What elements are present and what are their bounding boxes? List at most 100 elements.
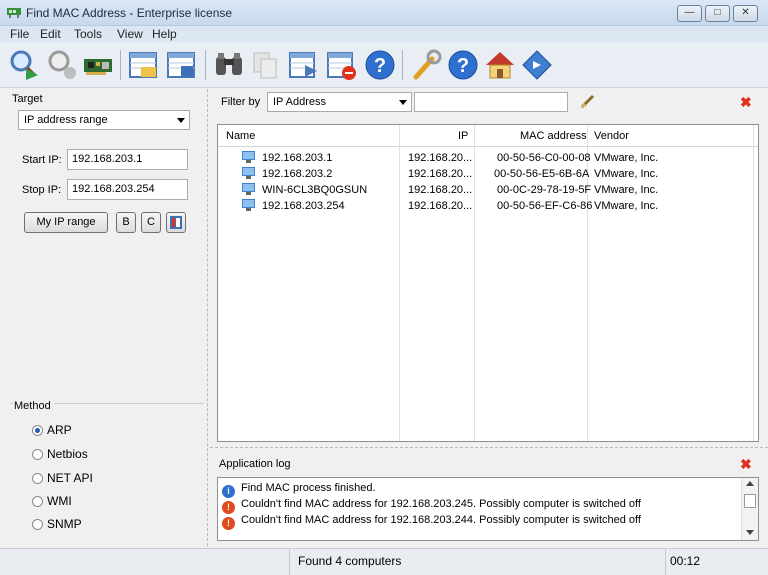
close-log-icon[interactable]: ✖ [740,456,752,473]
table-row[interactable]: 192.168.203.2 192.168.20... 00-50-56-E5-… [218,166,758,182]
target-mode-select[interactable]: IP address range [18,110,190,130]
cell-name: 192.168.203.2 [262,168,333,180]
scroll-thumb[interactable] [744,494,756,508]
cell-ip: 192.168.20... [408,168,473,180]
toolbar-separator [205,50,206,80]
menu-tools[interactable]: Tools [74,27,102,41]
filter-input[interactable] [414,92,568,112]
computer-icon [242,183,255,195]
log-text: Couldn't find MAC address for 192.168.20… [241,514,641,526]
radio-wmi[interactable]: WMI [32,494,72,508]
my-ip-range-button[interactable]: My IP range [24,212,108,233]
log-line: i Find MAC process finished. [222,482,376,498]
filter-field-select[interactable]: IP Address [267,92,412,112]
scroll-up-icon[interactable] [746,481,754,486]
radio-icon [32,473,43,484]
class-b-button[interactable]: B [116,212,136,233]
table-row[interactable]: 192.168.203.1 192.168.20... 00-50-56-C0-… [218,150,758,166]
svg-text:?: ? [374,55,386,77]
app-icon [7,8,21,18]
save-list-icon[interactable] [165,49,197,81]
error-icon: ! [222,501,235,514]
column-vendor[interactable]: Vendor [594,130,629,142]
chevron-down-icon [177,118,185,123]
settings-icon[interactable] [410,49,442,81]
cell-mac: 00-0C-29-78-19-5F [497,184,592,196]
start-ip-input[interactable]: 192.168.203.1 [67,149,188,170]
find-icon[interactable] [213,49,245,81]
radio-arp-label: ARP [47,423,72,437]
copy-icon[interactable] [249,49,281,81]
target-label: Target [12,93,43,105]
splitter[interactable] [210,447,768,448]
cell-ip: 192.168.20... [408,184,473,196]
help-icon[interactable]: ? [364,49,396,81]
log-line: ! Couldn't find MAC address for 192.168.2… [222,498,641,514]
radio-netbios[interactable]: Netbios [32,447,88,461]
cell-ip: 192.168.20... [408,200,473,212]
log-text: Find MAC process finished. [241,482,376,494]
cell-ip: 192.168.20... [408,152,473,164]
toolbar: ? ? [0,42,768,88]
results-list: Name IP MAC address Vendor 192.168.203.1… [217,124,759,442]
cell-name: 192.168.203.254 [262,200,345,212]
menu-help[interactable]: Help [152,27,177,41]
cell-mac: 00-50-56-C0-00-08 [497,152,591,164]
list-icon [170,216,182,229]
log-scrollbar[interactable] [741,478,758,540]
menu-view[interactable]: View [117,27,143,41]
cell-vendor: VMware, Inc. [594,200,659,212]
cell-vendor: VMware, Inc. [594,152,659,164]
network-card-icon[interactable] [82,49,114,81]
custom-range-button[interactable] [166,212,186,233]
column-mac[interactable]: MAC address [520,130,587,142]
start-ip-label: Start IP: [22,154,62,166]
computer-icon [242,167,255,179]
window-title: Find MAC Address - Enterprise license [26,6,233,20]
radio-icon [32,496,43,507]
toolbar-separator [402,50,403,80]
svg-text:?: ? [457,55,469,77]
start-scan-icon[interactable] [8,49,40,81]
stop-scan-icon[interactable] [46,49,78,81]
left-pane: Target IP address range Start IP: 192.16… [0,89,208,546]
home-icon[interactable] [484,49,516,81]
radio-snmp[interactable]: SNMP [32,517,82,531]
open-list-icon[interactable] [127,49,159,81]
delete-icon[interactable] [325,49,357,81]
menu-bar: File Edit Tools View Help [0,26,768,42]
right-pane: Filter by IP Address ✖ Name IP MAC addre… [210,89,768,546]
log-line: ! Couldn't find MAC address for 192.168.2… [222,514,641,530]
menu-file[interactable]: File [10,27,29,41]
minimize-button[interactable]: — [677,5,702,22]
error-icon: ! [222,517,235,530]
target-mode-value: IP address range [24,114,108,126]
column-name[interactable]: Name [226,130,255,142]
radio-net-api[interactable]: NET API [32,471,93,485]
class-c-button[interactable]: C [141,212,161,233]
table-row[interactable]: 192.168.203.254 192.168.20... 00-50-56-E… [218,198,758,214]
close-filter-icon[interactable]: ✖ [740,94,752,111]
register-icon[interactable] [521,49,553,81]
close-button[interactable]: ✕ [733,5,758,22]
radio-arp[interactable]: ARP [32,423,72,437]
cell-mac: 00-50-56-E5-6B-6A [494,168,590,180]
status-time: 00:12 [670,554,701,568]
scroll-down-icon[interactable] [746,530,754,535]
stop-ip-input[interactable]: 192.168.203.254 [67,179,188,200]
status-cell-empty [0,549,290,575]
title-bar: Find MAC Address - Enterprise license — … [0,0,768,26]
clear-filter-icon[interactable] [579,93,597,109]
status-bar: Found 4 computers 00:12 [0,548,768,575]
help-icon[interactable]: ? [447,49,479,81]
cell-mac: 00-50-56-EF-C6-86 [497,200,593,212]
computer-icon [242,199,255,211]
column-ip[interactable]: IP [458,130,468,142]
restore-button[interactable]: □ [705,5,730,22]
cell-name: 192.168.203.1 [262,152,333,164]
export-icon[interactable] [287,49,319,81]
menu-edit[interactable]: Edit [40,27,61,41]
radio-snmp-label: SNMP [47,517,82,531]
table-row[interactable]: WIN-6CL3BQ0GSUN 192.168.20... 00-0C-29-7… [218,182,758,198]
radio-net-api-label: NET API [47,471,93,485]
